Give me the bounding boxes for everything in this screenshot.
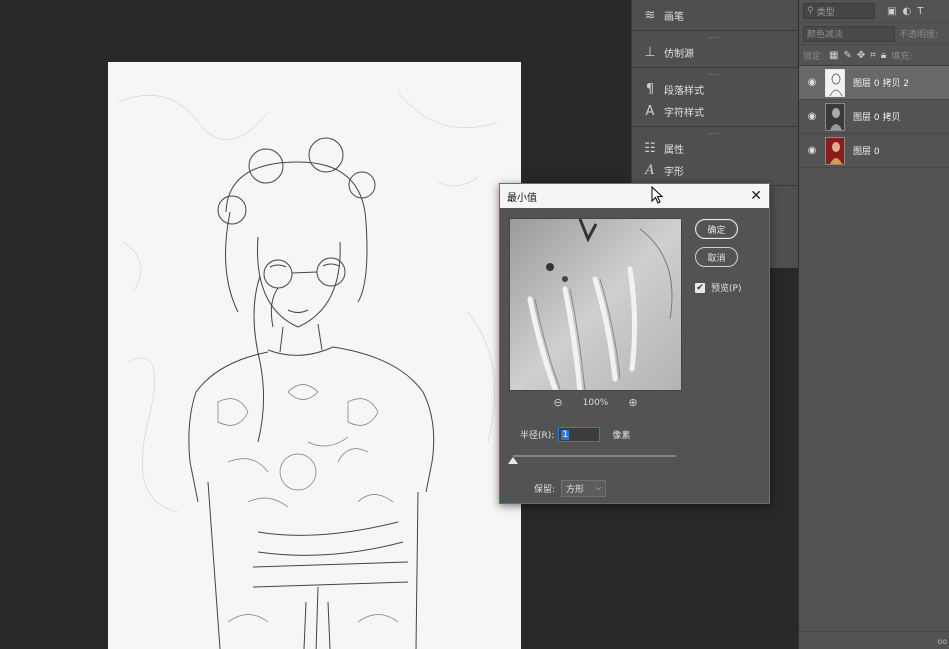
image-filter-icon[interactable]: ▣ [887, 6, 896, 17]
character-style-icon: A [645, 103, 655, 119]
clone-source-icon: ⊥ [644, 44, 656, 60]
fill-label: 填充: [891, 51, 913, 62]
layers-panel: ⚲ 类型 ▣ ◐ T 颜色减淡 不透明度: 锁定: ▦ ✎ ✥ ⌗ 🔒︎ 填充:… [798, 0, 949, 649]
radius-unit: 像素 [612, 431, 631, 441]
layer-row[interactable]: ◉ 图层 0 拷贝 [799, 100, 949, 134]
panel-group-properties: ☷ 属性 A 字形 [632, 127, 798, 186]
panel-group-clone: ⊥ 仿制源 [632, 31, 798, 68]
radius-slider-thumb[interactable] [508, 457, 518, 464]
panel-item-clone-source[interactable]: ⊥ 仿制源 [632, 41, 798, 63]
dialog-title: 最小值 [507, 192, 537, 204]
lock-label: 锁定: [803, 51, 825, 62]
dialog-title-bar[interactable]: 最小值 ✕ [500, 184, 769, 208]
search-icon: ⚲ [807, 6, 814, 16]
cancel-button[interactable]: 取消 [695, 247, 738, 267]
lock-row: 锁定: ▦ ✎ ✥ ⌗ 🔒︎ 填充: [799, 44, 949, 66]
panel-item-glyphs[interactable]: A 字形 [632, 159, 798, 181]
link-layers-icon[interactable]: oo [937, 637, 947, 646]
panel-group-styles: ¶ 段落样式 A 字符样式 [632, 68, 798, 127]
layer-thumbnail [825, 136, 845, 165]
lock-all-icon[interactable]: 🔒︎ [881, 50, 886, 61]
radius-label: 半径(R): [520, 431, 555, 441]
visibility-eye-icon[interactable]: ◉ [805, 145, 819, 156]
brush-settings-icon: ≋ [644, 7, 656, 23]
chevron-down-icon: ⌵ [595, 484, 602, 492]
close-icon[interactable]: ✕ [750, 188, 762, 204]
layer-row[interactable]: ◉ 图层 0 [799, 134, 949, 168]
radius-row: 半径(R): 1 像素 [520, 427, 630, 442]
zoom-in-icon[interactable]: ⊕ [628, 396, 637, 409]
lock-position-icon[interactable]: ✥ [857, 50, 865, 61]
radius-input[interactable]: 1 [558, 427, 601, 442]
lock-paint-icon[interactable]: ✎ [844, 50, 852, 61]
layer-thumbnail [825, 68, 845, 97]
visibility-eye-icon[interactable]: ◉ [805, 111, 819, 122]
type-filter-icon[interactable]: T [917, 6, 923, 17]
layer-row[interactable]: ◉ 图层 0 拷贝 2 [799, 66, 949, 100]
ok-button[interactable]: 确定 [695, 219, 738, 239]
panel-group-brush: ≋ 画笔 [632, 0, 798, 31]
lock-transparency-icon[interactable]: ▦ [829, 50, 838, 61]
visibility-eye-icon[interactable]: ◉ [805, 77, 819, 88]
panel-item-character-styles[interactable]: A 字符样式 [632, 100, 798, 122]
properties-icon: ☷ [644, 140, 656, 156]
minimum-filter-dialog: 最小值 ✕ 确定 取消 ✔ 预览(P) ⊖ 100% ⊕ 半径(R): 1 像素… [499, 183, 770, 504]
adjustment-filter-icon[interactable]: ◐ [902, 6, 911, 17]
preserve-label: 保留: [534, 485, 556, 495]
layer-kind-filter[interactable]: ⚲ 类型 [803, 3, 875, 19]
blend-row: 颜色减淡 不透明度: [799, 22, 949, 44]
zoom-level: 100% [582, 397, 609, 408]
glyphs-icon: A [645, 162, 655, 178]
layer-filter-row: ⚲ 类型 ▣ ◐ T [799, 0, 949, 22]
sketch-portrait-image [108, 62, 521, 649]
panel-item-properties[interactable]: ☷ 属性 [632, 137, 798, 159]
blend-mode-select[interactable]: 颜色减淡 [803, 25, 895, 42]
preserve-select[interactable]: 方形 ⌵ [561, 480, 607, 497]
layers-panel-footer: oo [799, 631, 949, 649]
layer-thumbnail [825, 102, 845, 131]
zoom-out-icon[interactable]: ⊖ [553, 396, 562, 409]
preview-checkbox[interactable]: ✔ [695, 282, 705, 293]
mouse-cursor-icon [651, 186, 663, 204]
filter-preview-image[interactable] [509, 218, 682, 391]
preview-label: 预览(P) [711, 284, 742, 294]
preview-checkbox-row[interactable]: ✔ 预览(P) [695, 281, 741, 294]
preview-content [510, 219, 681, 390]
radius-slider-track[interactable] [513, 455, 676, 457]
paragraph-style-icon: ¶ [645, 81, 655, 97]
panel-item-paragraph-styles[interactable]: ¶ 段落样式 [632, 78, 798, 100]
preserve-row: 保留: 方形 ⌵ [534, 480, 607, 497]
zoom-controls: ⊖ 100% ⊕ [509, 396, 682, 409]
lock-artboard-icon[interactable]: ⌗ [870, 50, 876, 61]
document-canvas[interactable] [108, 62, 521, 649]
panel-item-brush[interactable]: ≋ 画笔 [632, 4, 798, 26]
opacity-label: 不透明度: [899, 30, 939, 40]
